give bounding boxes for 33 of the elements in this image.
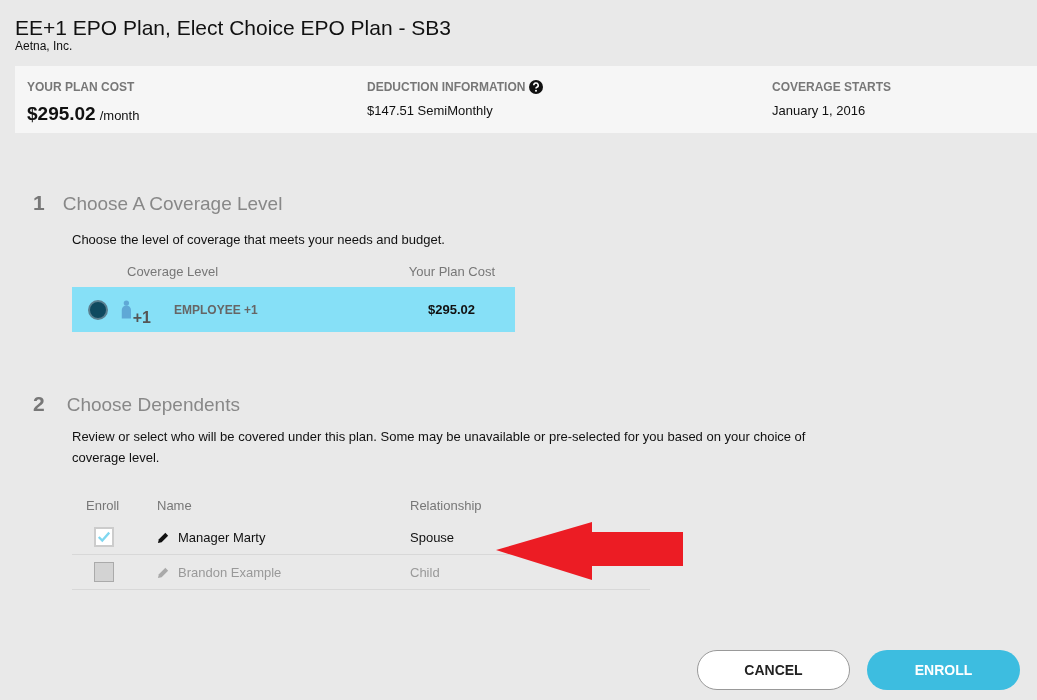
radio-button[interactable] — [88, 299, 108, 320]
step-description: Choose the level of coverage that meets your needs and budget. — [72, 231, 446, 249]
summary-label: YOUR PLAN COST — [27, 80, 136, 94]
step-description: Review or select who will be covered under this plan. Some may be unavailable or pre-selected for you based on your choice of coverage level. — [72, 428, 807, 467]
plus-one-label: +1 — [132, 308, 151, 327]
column-header: Name — [157, 497, 193, 513]
help-icon[interactable] — [529, 80, 544, 94]
checkbox[interactable] — [94, 527, 114, 547]
relationship: Child — [410, 564, 440, 580]
column-header: Your Plan Cost — [408, 264, 495, 279]
option-cost: $295.02 — [428, 302, 475, 317]
plan-cost: $295.02 — [27, 103, 96, 125]
dependent-name: Brandon Example — [178, 564, 282, 580]
carrier-name: Aetna, Inc. — [15, 40, 74, 52]
cost-unit: /month — [99, 108, 140, 123]
step-heading: Choose Dependents — [66, 394, 240, 416]
option-label: EMPLOYEE +1 — [174, 302, 259, 317]
coverage-date: January 1, 2016 — [772, 103, 867, 118]
summary-label: DEDUCTION INFORMATION — [367, 80, 526, 94]
dependent-name: Manager Marty — [178, 529, 266, 545]
step-heading: Choose A Coverage Level — [62, 193, 283, 215]
step-number: 2 — [33, 392, 45, 416]
step-number: 1 — [33, 191, 45, 215]
column-header: Enroll — [85, 497, 121, 513]
deduction-amount: $147.51 SemiMonthly — [367, 103, 494, 118]
cancel-button[interactable]: CANCEL — [697, 650, 850, 690]
pencil-icon[interactable] — [157, 530, 170, 544]
relationship: Spouse — [410, 529, 455, 545]
plan-title: EE+1 EPO Plan, Elect Choice EPO Plan - SB3 — [15, 16, 452, 40]
column-header: Coverage Level — [127, 264, 219, 279]
summary-label: COVERAGE STARTS — [772, 80, 892, 94]
column-header: Relationship — [410, 497, 482, 513]
coverage-option[interactable]: +1 EMPLOYEE +1 $295.02 — [72, 287, 515, 332]
